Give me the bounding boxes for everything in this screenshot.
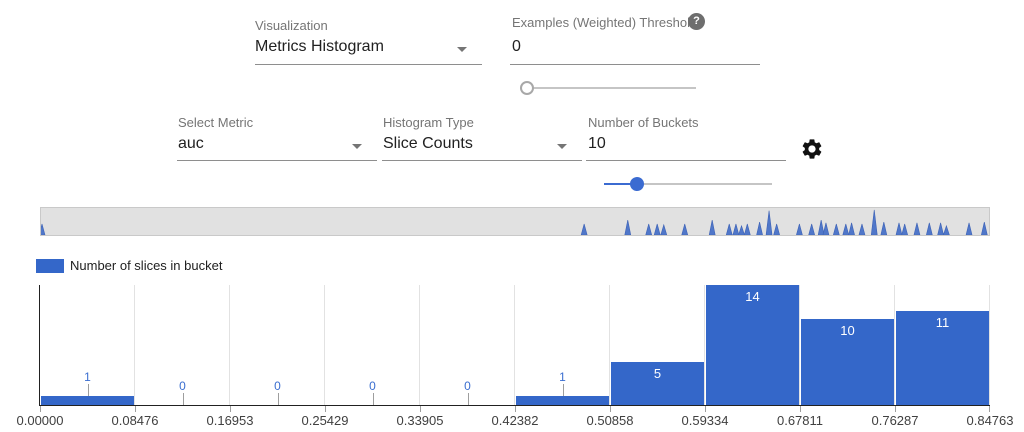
annotation-stem [88, 384, 89, 396]
bar-value-label: 0 [179, 379, 186, 393]
axis-tick [705, 406, 706, 412]
legend-swatch [36, 259, 64, 273]
num-buckets-slider-fill [604, 183, 633, 185]
threshold-value: 0 [510, 38, 760, 56]
histogram-bar[interactable] [41, 396, 134, 405]
x-axis-label: 0.67811 [777, 413, 823, 428]
histogram-type-dropdown[interactable]: Slice Counts [382, 135, 582, 161]
gridline [799, 285, 800, 405]
annotation-stem [183, 393, 184, 405]
slice-overview-strip[interactable] [40, 207, 990, 236]
num-buckets-slider-thumb[interactable] [630, 177, 644, 191]
x-axis-label: 0.59334 [682, 413, 729, 428]
histogram-type-label: Histogram Type [383, 115, 474, 130]
chevron-down-icon [557, 144, 567, 149]
num-buckets-input[interactable]: 10 [586, 135, 786, 161]
annotation-stem [373, 393, 374, 405]
select-metric-label: Select Metric [178, 115, 253, 130]
num-buckets-underline [586, 160, 786, 161]
axis-tick [230, 406, 231, 412]
visualization-label: Visualization [255, 18, 328, 33]
gridline [989, 285, 990, 405]
gridline [324, 285, 325, 405]
bar-value-label: 1 [84, 370, 91, 384]
legend-label: Number of slices in bucket [70, 258, 222, 273]
bar-value-label: 11 [936, 315, 950, 330]
axis-tick [895, 406, 896, 412]
chevron-down-icon [352, 144, 362, 149]
x-axis-label: 0.16953 [207, 413, 254, 428]
x-axis-label: 0.50858 [587, 413, 634, 428]
x-axis-label: 0.25429 [302, 413, 349, 428]
visualization-dropdown[interactable]: Metrics Histogram [255, 38, 482, 65]
threshold-input[interactable]: 0 [510, 38, 760, 65]
gridline [704, 285, 705, 405]
visualization-value: Metrics Histogram [255, 38, 482, 56]
bar-value-label: 1 [559, 370, 566, 384]
histogram-bar[interactable] [516, 396, 609, 405]
y-axis-line [39, 285, 40, 406]
gridline [419, 285, 420, 405]
gridline [609, 285, 610, 405]
threshold-slider-thumb[interactable] [520, 81, 534, 95]
x-axis-label: 0.00000 [17, 413, 64, 428]
bar-value-label: 10 [840, 323, 854, 338]
select-metric-underline [177, 160, 377, 161]
bar-value-label: 0 [369, 379, 376, 393]
annotation-stem [278, 393, 279, 405]
x-axis-label: 0.42382 [492, 413, 539, 428]
x-axis-label: 0.33905 [397, 413, 444, 428]
annotation-stem [563, 384, 564, 396]
axis-tick [135, 406, 136, 412]
x-axis-label: 0.08476 [112, 413, 159, 428]
threshold-underline [510, 64, 760, 65]
select-metric-value: auc [177, 135, 377, 153]
histogram-type-value: Slice Counts [382, 135, 582, 153]
axis-tick [515, 406, 516, 412]
histogram-type-underline [382, 160, 582, 161]
visualization-underline [255, 64, 482, 65]
bar-value-label: 0 [274, 379, 281, 393]
gear-icon [800, 137, 824, 161]
bar-value-label: 0 [464, 379, 471, 393]
num-buckets-slider[interactable] [604, 177, 772, 191]
axis-tick [610, 406, 611, 412]
overview-spikes [41, 208, 989, 235]
select-metric-dropdown[interactable]: auc [177, 135, 377, 161]
num-buckets-label: Number of Buckets [588, 115, 699, 130]
bar-value-label: 5 [654, 366, 661, 381]
gridline [229, 285, 230, 405]
axis-tick [800, 406, 801, 412]
gridline [134, 285, 135, 405]
axis-tick [420, 406, 421, 412]
metrics-histogram-view: Visualization Metrics Histogram Examples… [0, 0, 1024, 432]
axis-tick [989, 406, 990, 412]
axis-tick [325, 406, 326, 412]
help-icon[interactable]: ? [688, 13, 705, 30]
num-buckets-value: 10 [586, 135, 786, 153]
threshold-slider[interactable] [520, 81, 696, 95]
annotation-stem [468, 393, 469, 405]
gridline [894, 285, 895, 405]
threshold-label: Examples (Weighted) Threshold [512, 15, 697, 30]
x-axis-label: 0.76287 [872, 413, 919, 428]
x-axis-label: 0.84763 [967, 413, 1014, 428]
settings-button[interactable] [800, 137, 824, 161]
histogram-plot[interactable]: 0.000000.084760.169530.254290.339050.423… [40, 285, 990, 405]
bar-value-label: 14 [745, 289, 759, 304]
gridline [514, 285, 515, 405]
threshold-slider-track [520, 87, 696, 89]
chevron-down-icon [457, 47, 467, 52]
axis-tick [40, 406, 41, 412]
